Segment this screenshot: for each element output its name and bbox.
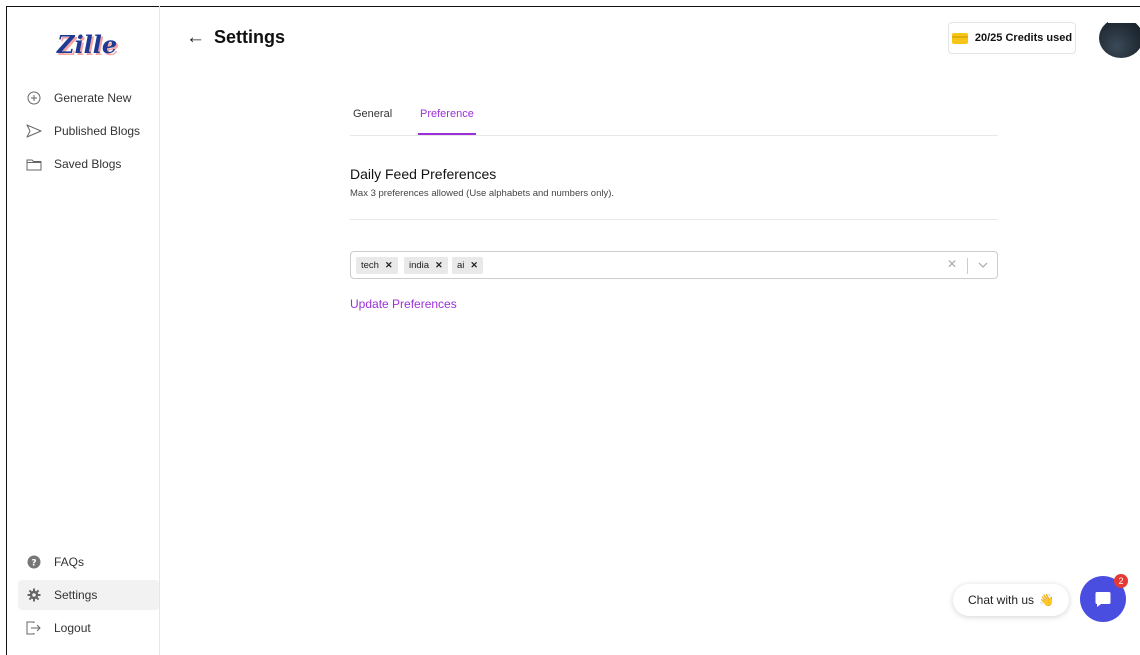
credits-text: 20/25 Credits used	[974, 32, 1073, 44]
avatar-mask	[1108, 18, 1138, 23]
chat-icon	[1095, 592, 1111, 607]
preference-chip: tech ✕	[356, 257, 398, 274]
preference-chip: ai ✕	[452, 257, 483, 274]
send-icon	[26, 123, 42, 139]
wave-icon: 👋	[1039, 593, 1054, 607]
remove-chip-icon[interactable]: ✕	[385, 260, 393, 271]
page-title: Settings	[214, 27, 286, 47]
back-button[interactable]: ← Settings	[186, 27, 285, 48]
chip-label: tech	[361, 260, 379, 271]
credit-card-icon	[951, 32, 968, 44]
chat-with-us-bubble[interactable]: Chat with us 👋	[953, 584, 1069, 616]
tab-preference[interactable]: Preference	[418, 108, 476, 135]
remove-chip-icon[interactable]: ✕	[435, 260, 443, 271]
sidebar: Zille Zille Generate New Published Blogs…	[6, 6, 160, 655]
sidebar-item-faqs[interactable]: ? FAQs	[18, 547, 159, 577]
sidebar-item-published-blogs[interactable]: Published Blogs	[18, 116, 159, 146]
clear-all-icon[interactable]: ✕	[947, 257, 957, 271]
tab-general[interactable]: General	[353, 108, 392, 134]
preferences-multiselect[interactable]: tech ✕ india ✕ ai ✕ ✕	[350, 251, 998, 279]
credits-badge[interactable]: 20/25 Credits used	[948, 22, 1076, 54]
section-subtitle: Max 3 preferences allowed (Use alphabets…	[350, 188, 615, 199]
notification-badge: 2	[1114, 574, 1128, 588]
sidebar-item-generate-new[interactable]: Generate New	[18, 83, 159, 113]
chat-label: Chat with us	[968, 593, 1035, 607]
update-preferences-button[interactable]: Update Preferences	[350, 297, 457, 311]
preference-chip: india ✕	[404, 257, 448, 274]
gear-icon	[26, 587, 42, 603]
sidebar-item-label: Settings	[54, 588, 98, 602]
sidebar-item-label: Saved Blogs	[54, 157, 122, 171]
svg-text:Zille: Zille	[56, 30, 117, 59]
chip-label: india	[409, 260, 430, 271]
sidebar-item-logout[interactable]: Logout	[18, 613, 159, 643]
logo[interactable]: Zille Zille	[56, 28, 122, 64]
folder-icon	[26, 156, 42, 172]
sidebar-item-label: FAQs	[54, 555, 85, 569]
sidebar-item-label: Published Blogs	[54, 124, 141, 138]
sidebar-item-label: Logout	[54, 621, 91, 635]
select-separator	[967, 258, 968, 274]
arrow-left-icon: ←	[186, 27, 205, 48]
section-title: Daily Feed Preferences	[350, 166, 497, 182]
divider	[350, 219, 998, 220]
sidebar-item-label: Generate New	[54, 91, 132, 105]
remove-chip-icon[interactable]: ✕	[470, 260, 478, 271]
app-frame	[6, 6, 1140, 655]
sidebar-item-settings[interactable]: Settings	[18, 580, 159, 610]
chevron-down-icon[interactable]	[977, 258, 989, 272]
sidebar-item-saved-blogs[interactable]: Saved Blogs	[18, 149, 159, 179]
plus-circle-icon	[26, 90, 42, 106]
avatar[interactable]	[1099, 18, 1140, 58]
chip-label: ai	[457, 260, 465, 271]
logout-icon	[26, 620, 42, 636]
question-circle-icon: ?	[26, 554, 42, 570]
svg-text:?: ?	[31, 559, 36, 569]
settings-tabs: General Preference	[350, 108, 998, 136]
